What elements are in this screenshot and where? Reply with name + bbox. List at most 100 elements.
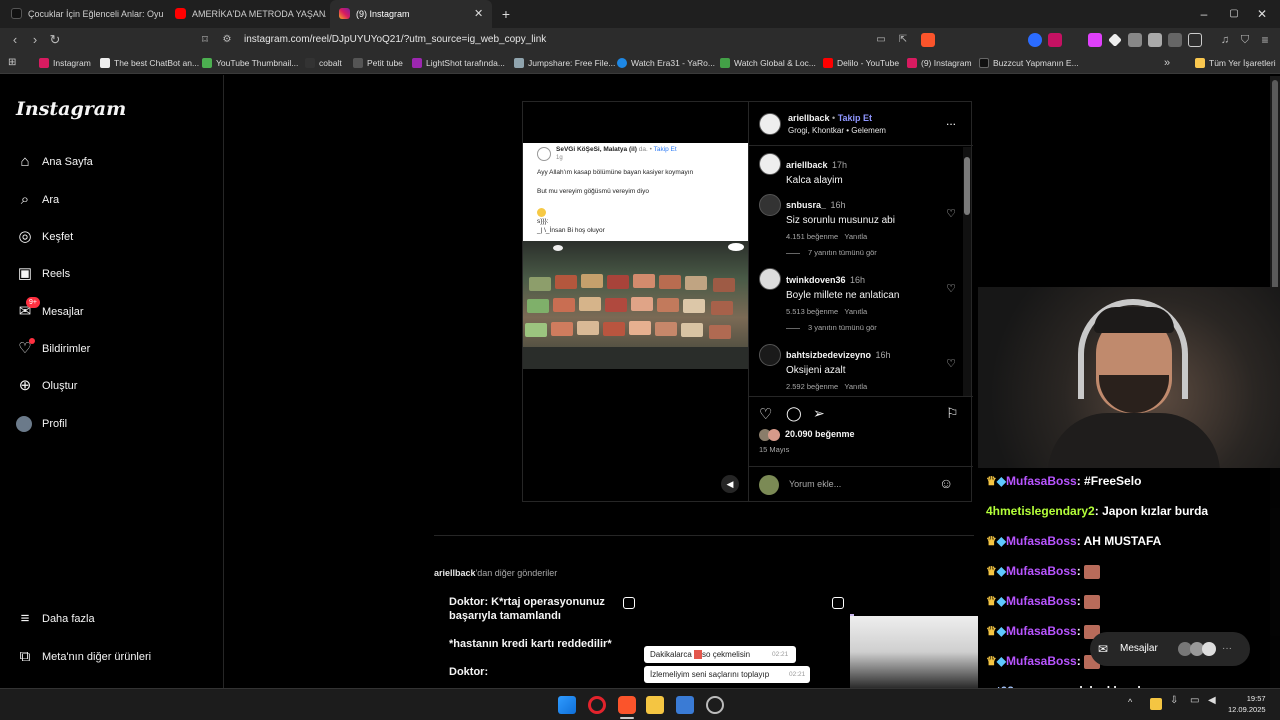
tray-chevron-icon[interactable]: ^ xyxy=(1128,697,1132,707)
nav-explore[interactable]: ◎ Keşfet xyxy=(16,225,216,249)
start-icon[interactable] xyxy=(558,696,576,714)
like-comment-icon[interactable]: ♡ xyxy=(946,357,956,370)
comment-input[interactable]: Yorum ekle... xyxy=(789,479,841,489)
nav-search[interactable]: ⌕ Ara xyxy=(16,188,216,212)
second-reel-thumbnail[interactable] xyxy=(850,616,978,688)
volume-icon[interactable]: ◀ xyxy=(721,475,739,493)
brave-shield-icon[interactable] xyxy=(921,33,935,47)
bookmark-chatbot[interactable]: The best ChatBot an... xyxy=(100,52,199,74)
share-icon[interactable]: ⇱ xyxy=(894,31,912,49)
nav-profile[interactable]: Profil xyxy=(16,412,216,436)
likes-count[interactable]: 20.090 beğenme xyxy=(785,429,855,439)
comment-avatar[interactable] xyxy=(759,268,781,290)
folder-icon[interactable] xyxy=(646,696,664,714)
network-icon[interactable]: ▭ xyxy=(1190,695,1199,706)
comment-user[interactable]: snbusra_ xyxy=(786,200,826,210)
bookmark-lightshot[interactable]: LightShot tarafında... xyxy=(412,52,505,74)
comment-avatar[interactable] xyxy=(759,344,781,366)
nav-create[interactable]: ⊕ Oluştur xyxy=(16,374,216,398)
nav-messages[interactable]: ✉ 9+ Mesajlar xyxy=(16,297,216,324)
close-tab-icon[interactable]: ✕ xyxy=(474,0,483,28)
like-icon[interactable]: ♡ xyxy=(759,405,772,423)
tab-1[interactable]: Çocuklar İçin Eğlenceli Anlar: Oyun ve xyxy=(2,0,164,28)
author-username[interactable]: ariellback xyxy=(788,113,830,123)
comment-likes[interactable]: 5.513 beğenme xyxy=(786,307,838,316)
site-info-icon[interactable]: ⚙ xyxy=(221,31,233,49)
extension-2-icon[interactable] xyxy=(1048,33,1062,47)
forward-icon[interactable]: › xyxy=(26,31,44,49)
menu-icon[interactable]: ≡ xyxy=(1256,31,1274,49)
messages-pill[interactable]: ✉ Mesajlar ··· xyxy=(1090,632,1250,666)
url-field[interactable]: instagram.com/reel/DJpUYUYoQ21/?utm_sour… xyxy=(244,31,884,49)
share-icon[interactable]: ➢ xyxy=(813,405,825,422)
nav-reels[interactable]: ▣ Reels xyxy=(16,262,216,286)
reload-icon[interactable]: ↻ xyxy=(46,31,64,49)
instagram-logo[interactable]: Instagram xyxy=(16,98,126,120)
more-posts-user[interactable]: ariellback xyxy=(434,568,476,578)
bookmark-youtube-thumbnail[interactable]: YouTube Thumbnail... xyxy=(202,52,298,74)
tray-download-icon[interactable]: ⇩ xyxy=(1170,695,1178,706)
audio-info[interactable]: Grogi, Khontkar • Gelemem xyxy=(788,126,886,135)
more-bookmarks-icon[interactable]: » xyxy=(1164,52,1170,74)
bookmark-era31[interactable]: Watch Era31 - YaRo... xyxy=(617,52,715,74)
view-replies[interactable]: 7 yanıtın tümünü gör xyxy=(786,248,877,257)
caption-user[interactable]: ariellback xyxy=(786,160,828,170)
extension-4-icon[interactable] xyxy=(1108,33,1122,47)
opera-icon[interactable] xyxy=(588,696,606,714)
maximize-icon[interactable]: ▢ xyxy=(1224,4,1244,24)
nav-notifications[interactable]: ♡ Bildirimler xyxy=(16,337,216,361)
vpn-icon[interactable]: ⛉ xyxy=(1236,31,1254,49)
comment-avatar[interactable] xyxy=(759,194,781,216)
reel-thumbnail[interactable]: Doktor: K*rtaj operasyonunuz başarıyla t… xyxy=(434,584,854,688)
post-media[interactable]: SeVGi KöŞeSi, Malatya (il) da. • Takip E… xyxy=(523,102,748,501)
bookmark-buzzcut[interactable]: Buzzcut Yapmanın E... xyxy=(979,52,1079,74)
new-tab-icon[interactable]: + xyxy=(498,4,514,24)
extension-5-icon[interactable] xyxy=(1128,33,1142,47)
emoji-icon[interactable]: ☺ xyxy=(939,475,953,491)
all-bookmarks[interactable]: Tüm Yer İşaretleri xyxy=(1195,52,1276,74)
nav-home[interactable]: ⌂ Ana Sayfa xyxy=(16,150,216,174)
more-options-icon[interactable]: ... xyxy=(946,114,956,128)
extensions-icon[interactable] xyxy=(1168,33,1182,47)
nav-more[interactable]: ≡ Daha fazla xyxy=(16,607,216,631)
minimize-icon[interactable]: – xyxy=(1194,4,1214,24)
bookmark-instagram-2[interactable]: (9) Instagram xyxy=(907,52,972,74)
comment-user[interactable]: twinkdoven36 xyxy=(786,275,846,285)
reply-button[interactable]: Yanıtla xyxy=(844,232,867,241)
bookmark-cobalt[interactable]: cobalt xyxy=(305,52,342,74)
extension-6-icon[interactable] xyxy=(1148,33,1162,47)
nav-meta-products[interactable]: ⧉ Meta'nın diğer ürünleri xyxy=(16,645,216,669)
comment-icon[interactable]: ◯ xyxy=(786,405,802,422)
install-app-icon[interactable]: ▭ xyxy=(872,31,890,49)
photos-icon[interactable] xyxy=(676,696,694,714)
volume-icon[interactable]: ◀ xyxy=(1208,695,1216,706)
save-icon[interactable]: ⚐ xyxy=(946,405,959,422)
author-avatar[interactable] xyxy=(759,113,781,135)
view-replies[interactable]: 3 yanıtın tümünü gör xyxy=(786,323,877,332)
extension-1-icon[interactable] xyxy=(1028,33,1042,47)
like-comment-icon[interactable]: ♡ xyxy=(946,207,956,220)
like-comment-icon[interactable]: ♡ xyxy=(946,282,956,295)
sidebar-toggle-icon[interactable] xyxy=(1188,33,1202,47)
bookmark-delilo[interactable]: Delilo - YouTube xyxy=(823,52,899,74)
comment-likes[interactable]: 2.592 beğenme xyxy=(786,382,838,391)
back-icon[interactable]: ‹ xyxy=(6,31,24,49)
music-icon[interactable]: ♫ xyxy=(1216,31,1234,49)
apps-grid-icon[interactable]: ⊞ xyxy=(8,57,19,68)
bookmark-jumpshare[interactable]: Jumpshare: Free File... xyxy=(514,52,615,74)
follow-button[interactable]: Takip Et xyxy=(838,113,872,123)
bookmark-watch-global[interactable]: Watch Global & Loc... xyxy=(720,52,816,74)
tab-3-active[interactable]: (9) Instagram ✕ xyxy=(330,0,492,28)
close-window-icon[interactable]: ✕ xyxy=(1252,4,1272,24)
steam-icon[interactable] xyxy=(706,696,724,714)
brave-icon[interactable] xyxy=(618,696,636,714)
comment-user[interactable]: bahtsizbedevizeyno xyxy=(786,350,871,360)
reply-button[interactable]: Yanıtla xyxy=(844,382,867,391)
tab-2[interactable]: AMERİKA'DA METRODA YAŞANAN K xyxy=(166,0,326,28)
bookmark-instagram[interactable]: Instagram xyxy=(39,52,91,74)
tray-app-icon[interactable] xyxy=(1150,698,1162,710)
caption-avatar[interactable] xyxy=(759,153,781,175)
clock[interactable]: 19:57 12.09.2025 xyxy=(1228,693,1266,715)
reply-button[interactable]: Yanıtla xyxy=(844,307,867,316)
bookmark-icon[interactable]: ⌑ xyxy=(196,31,214,49)
